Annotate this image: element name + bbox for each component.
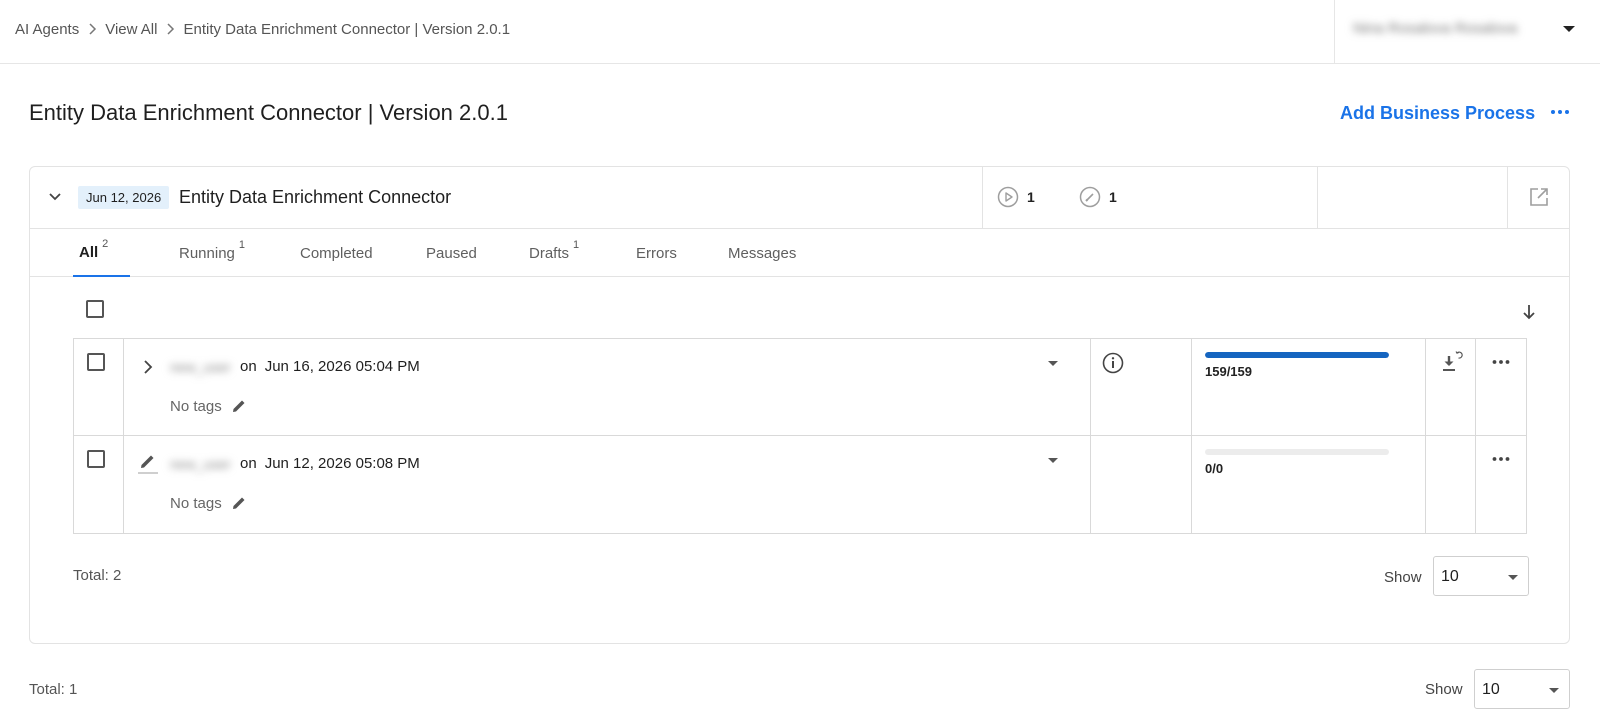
tab-label: Messages <box>728 244 797 262</box>
row-on-label: on <box>240 358 257 375</box>
agent-card: Jun 12, 2026 Entity Data Enrichment Conn… <box>29 166 1570 644</box>
outer-show-label: Show <box>1425 681 1463 698</box>
more-horizontal-icon[interactable] <box>1548 100 1572 124</box>
chevron-down-icon[interactable] <box>45 187 65 207</box>
select-all-checkbox[interactable] <box>86 300 104 318</box>
tab-count: 2 <box>102 238 109 250</box>
add-business-process-button[interactable]: Add Business Process <box>1340 103 1535 124</box>
chevron-right-icon[interactable] <box>136 355 160 379</box>
tab-completed[interactable]: Completed <box>294 229 379 277</box>
download-icon[interactable] <box>1438 349 1464 375</box>
chevron-right-icon <box>161 20 179 38</box>
breadcrumb-item-current: Entity Data Enrichment Connector | Versi… <box>183 20 511 38</box>
row-datetime-value: Jun 12, 2026 05:08 PM <box>264 455 420 472</box>
page-size-value: 10 <box>1441 568 1459 585</box>
table-row: new_user on Jun 16, 2026 05:04 PM No tags… <box>74 339 1526 436</box>
more-horizontal-icon[interactable] <box>1490 448 1512 470</box>
caret-down-icon[interactable] <box>1048 458 1058 463</box>
date-chip: Jun 12, 2026 <box>78 186 170 209</box>
row-info-cell <box>1090 436 1192 533</box>
running-count: 1 <box>1027 189 1035 205</box>
tab-label: Running <box>179 244 235 262</box>
row-more-cell <box>1476 339 1526 435</box>
row-datetime-value: Jun 16, 2026 05:04 PM <box>264 358 420 375</box>
tab-bar: All 2 Running 1 Completed Paused Drafts 1 E… <box>30 229 1569 277</box>
play-circle-icon <box>997 186 1019 208</box>
row-check-cell <box>74 436 124 533</box>
row-on-label: on <box>240 455 257 472</box>
edit-circle-icon <box>1079 186 1101 208</box>
pencil-icon[interactable] <box>230 494 248 512</box>
chevron-right-icon <box>83 20 101 38</box>
inner-page-size-select[interactable]: 10 <box>1433 556 1529 596</box>
row-tags-label: No tags <box>170 494 222 512</box>
top-bar: AI Agents View All Entity Data Enrichmen… <box>0 0 1600 64</box>
pencil-icon[interactable] <box>136 452 160 476</box>
row-progress-cell: 0/0 <box>1192 436 1426 533</box>
tab-errors[interactable]: Errors <box>630 229 683 277</box>
tab-label: All <box>79 243 99 261</box>
tab-label: Completed <box>300 244 373 262</box>
row-download-cell <box>1426 339 1476 435</box>
tab-label: Paused <box>426 244 477 262</box>
draft-count: 1 <box>1109 189 1117 205</box>
tab-count: 1 <box>573 239 580 251</box>
arrow-down-icon[interactable] <box>1519 302 1539 327</box>
caret-down-icon[interactable] <box>1563 26 1575 32</box>
tab-messages[interactable]: Messages <box>722 229 802 277</box>
progress-text: 159/159 <box>1205 364 1252 379</box>
caret-down-icon <box>1508 575 1518 580</box>
card-stats: 1 1 <box>982 167 1318 228</box>
progress-fill <box>1205 352 1389 358</box>
table-row: new_user on Jun 12, 2026 05:08 PM No tags… <box>74 436 1526 533</box>
outer-total: Total: 1 <box>29 681 78 698</box>
pencil-icon[interactable] <box>230 397 248 415</box>
breadcrumb-item-ai-agents[interactable]: AI Agents <box>15 21 79 38</box>
row-tags: No tags <box>170 494 248 512</box>
caret-down-icon[interactable] <box>1048 361 1058 366</box>
draft-stat: 1 <box>1079 186 1117 208</box>
breadcrumb-item-view-all[interactable]: View All <box>105 21 157 38</box>
outer-page-size-select[interactable]: 10 <box>1474 669 1570 709</box>
progress-text: 0/0 <box>1205 461 1224 476</box>
page-title: Entity Data Enrichment Connector | Versi… <box>29 100 508 125</box>
card-title: Entity Data Enrichment Connector <box>179 187 452 207</box>
progress-bar <box>1205 449 1389 455</box>
row-author: new_user <box>170 359 231 375</box>
row-download-cell <box>1426 436 1476 533</box>
user-menu[interactable]: Nina Rosalova Rosalova <box>1334 0 1600 63</box>
card-header: Jun 12, 2026 Entity Data Enrichment Conn… <box>30 167 1569 229</box>
page-size-value: 10 <box>1482 681 1500 698</box>
more-horizontal-icon[interactable] <box>1490 351 1512 373</box>
tab-drafts[interactable]: Drafts 1 <box>523 229 585 277</box>
row-datetime: on Jun 12, 2026 05:08 PM <box>240 455 420 472</box>
row-author: new_user <box>170 456 231 472</box>
open-in-new-icon[interactable] <box>1528 186 1550 213</box>
row-tags-label: No tags <box>170 397 222 415</box>
row-more-cell <box>1476 436 1526 533</box>
row-info-cell <box>1090 339 1192 435</box>
tab-label: Errors <box>636 244 677 262</box>
row-check-cell <box>74 339 124 435</box>
row-datetime: on Jun 16, 2026 05:04 PM <box>240 358 420 375</box>
caret-down-icon <box>1549 688 1559 693</box>
tab-paused[interactable]: Paused <box>420 229 483 277</box>
row-checkbox[interactable] <box>87 450 105 468</box>
info-icon[interactable] <box>1101 351 1125 375</box>
row-progress-cell: 159/159 <box>1192 339 1426 435</box>
row-tags: No tags <box>170 397 248 415</box>
tab-all[interactable]: All 2 <box>73 229 131 277</box>
breadcrumb: AI Agents View All Entity Data Enrichmen… <box>15 20 510 38</box>
inner-show-label: Show <box>1384 569 1422 586</box>
tab-count: 1 <box>238 239 246 251</box>
tab-running[interactable]: Running 1 <box>173 229 251 277</box>
progress-bar <box>1205 352 1389 358</box>
process-list: new_user on Jun 16, 2026 05:04 PM No tags… <box>73 338 1527 534</box>
tab-label: Drafts <box>529 244 570 262</box>
user-name: Nina Rosalova Rosalova <box>1353 20 1518 37</box>
open-external-cell <box>1507 167 1569 228</box>
row-checkbox[interactable] <box>87 353 105 371</box>
inner-total: Total: 2 <box>73 567 122 584</box>
running-stat: 1 <box>997 186 1035 208</box>
